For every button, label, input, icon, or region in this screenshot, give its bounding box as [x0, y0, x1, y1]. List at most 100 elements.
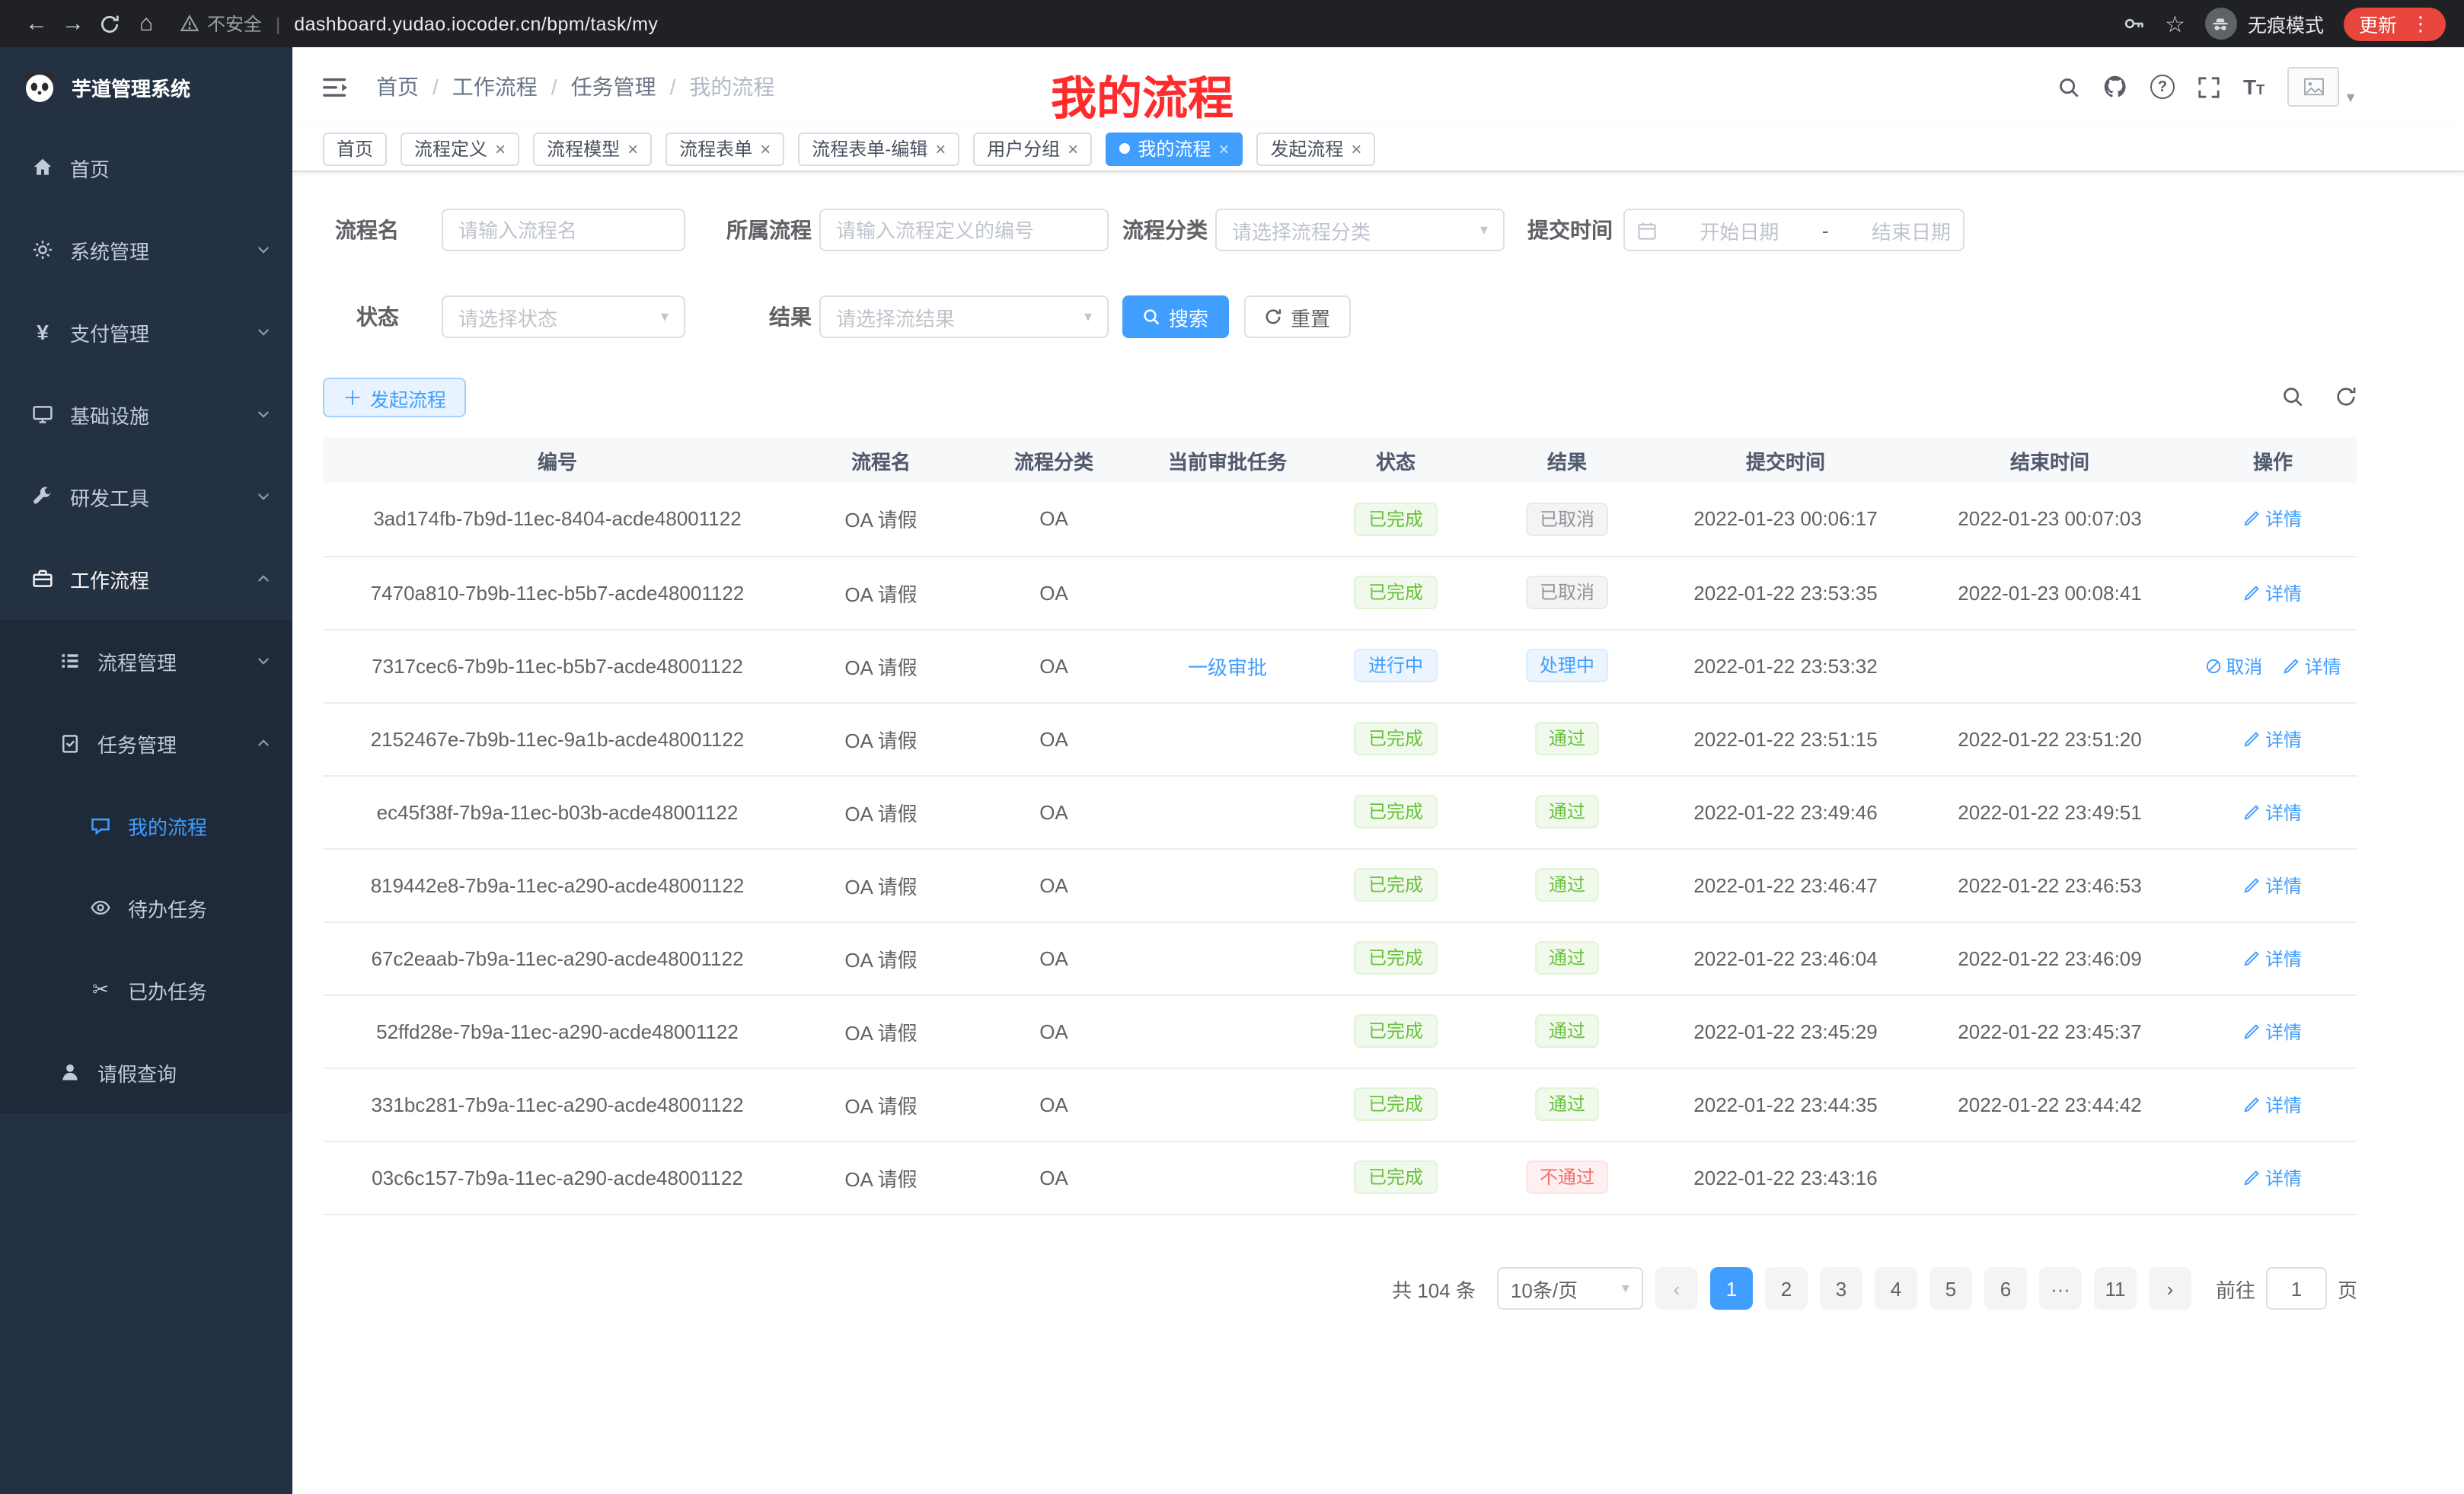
breadcrumb-workflow[interactable]: 工作流程 — [452, 72, 538, 102]
status-select[interactable]: 请选择状态 ▾ — [442, 295, 685, 338]
goto-page-input[interactable] — [2266, 1267, 2327, 1310]
col-name: 流程名 — [792, 437, 970, 483]
close-icon[interactable]: × — [1218, 139, 1229, 158]
menu-kebab-icon[interactable]: ⋮ — [2411, 11, 2430, 36]
close-icon[interactable]: × — [627, 139, 638, 158]
detail-link[interactable]: 详情 — [2244, 1164, 2302, 1190]
address-bar[interactable]: 不安全 | dashboard.yudao.iocoder.cn/bpm/tas… — [180, 11, 2122, 37]
breadcrumb-task-management[interactable]: 任务管理 — [571, 72, 656, 102]
close-icon[interactable]: × — [495, 139, 506, 158]
close-icon[interactable]: × — [760, 139, 771, 158]
app-logo-row[interactable]: 芋道管理系统 — [0, 47, 292, 126]
sidebar-item-process-management[interactable]: 流程管理 — [0, 620, 292, 702]
process-name-label: 流程名 — [292, 209, 399, 251]
sidebar-item-home[interactable]: 首页 — [0, 126, 292, 209]
close-icon[interactable]: × — [935, 139, 946, 158]
tab-process-definition[interactable]: 流程定义× — [401, 132, 519, 165]
process-name-input[interactable] — [458, 219, 669, 241]
incognito-badge: 无痕模式 — [2205, 8, 2324, 40]
chat-bubble-icon — [88, 815, 113, 836]
search-button[interactable]: 搜索 — [1122, 295, 1229, 338]
detail-link[interactable]: 详情 — [2244, 1091, 2302, 1117]
page-button-5[interactable]: 5 — [1929, 1267, 1972, 1310]
home-icon[interactable]: ⌂ — [128, 5, 164, 42]
font-size-icon[interactable]: TT — [2243, 75, 2265, 99]
screen: ← → ⌂ 不安全 | dashboard.yudao.iocoder.cn/b… — [0, 0, 2464, 1494]
key-icon[interactable] — [2122, 12, 2145, 35]
search-toggle-icon[interactable] — [2281, 385, 2304, 408]
process-def-label: 所属流程 — [726, 209, 812, 251]
reload-icon[interactable] — [91, 5, 128, 42]
cancel-link[interactable]: 取消 — [2204, 653, 2262, 678]
sidebar-item-devtools[interactable]: 研发工具 — [0, 455, 292, 538]
sidebar-item-done-tasks[interactable]: ✂ 已办任务 — [0, 949, 292, 1031]
detail-link[interactable]: 详情 — [2244, 726, 2302, 752]
process-def-input[interactable] — [836, 219, 1092, 241]
close-icon[interactable]: × — [1068, 139, 1078, 158]
detail-link[interactable]: 详情 — [2244, 1018, 2302, 1044]
detail-link[interactable]: 详情 — [2244, 945, 2302, 971]
caret-down-icon: ▾ — [661, 308, 669, 325]
page-size-select[interactable]: 10条/页 ▾ — [1497, 1267, 1643, 1310]
start-process-button[interactable]: ＋ 发起流程 — [323, 378, 466, 417]
page-button-4[interactable]: 4 — [1875, 1267, 1917, 1310]
submit-time-range-picker[interactable]: 开始日期 - 结束日期 — [1623, 209, 1964, 251]
github-icon[interactable] — [2103, 75, 2127, 99]
warning-icon — [180, 14, 199, 34]
page-button-6[interactable]: 6 — [1984, 1267, 2027, 1310]
category-select[interactable]: 请选择流程分类 ▾ — [1215, 209, 1505, 251]
sidebar-item-workflow[interactable]: 工作流程 — [0, 538, 292, 620]
page-ellipsis[interactable]: ··· — [2039, 1267, 2082, 1310]
user-menu[interactable]: ▼ — [2287, 67, 2357, 107]
detail-link[interactable]: 详情 — [2244, 872, 2302, 898]
url-text[interactable]: dashboard.yudao.iocoder.cn/bpm/task/my — [294, 13, 658, 34]
result-select[interactable]: 请选择流结果 ▾ — [819, 295, 1109, 338]
back-icon[interactable]: ← — [18, 5, 55, 42]
next-page-button[interactable]: › — [2149, 1267, 2191, 1310]
tab-user-group[interactable]: 用户分组× — [973, 132, 1092, 165]
submit-time: 2022-01-22 23:53:32 — [1693, 654, 1877, 677]
sidebar-item-my-process[interactable]: 我的流程 — [0, 784, 292, 867]
start-date-placeholder: 开始日期 — [1700, 215, 1779, 244]
refresh-icon[interactable] — [2335, 385, 2357, 408]
security-warning[interactable]: 不安全 — [180, 11, 262, 37]
sidebar-item-task-management[interactable]: 任务管理 — [0, 702, 292, 784]
sidebar-item-infrastructure[interactable]: 基础设施 — [0, 373, 292, 455]
search-icon[interactable] — [2057, 75, 2080, 98]
fullscreen-icon[interactable] — [2197, 75, 2220, 98]
tab-home[interactable]: 首页 — [323, 132, 387, 165]
breadcrumb-home[interactable]: 首页 — [376, 72, 419, 102]
detail-link[interactable]: 详情 — [2244, 506, 2302, 532]
forward-icon[interactable]: → — [55, 5, 91, 42]
sidebar-item-system[interactable]: 系统管理 — [0, 209, 292, 291]
bookmark-star-icon[interactable]: ☆ — [2165, 10, 2185, 37]
detail-link[interactable]: 详情 — [2284, 653, 2341, 678]
tab-start-process[interactable]: 发起流程× — [1256, 132, 1375, 165]
tab-my-process[interactable]: 我的流程× — [1106, 132, 1243, 165]
tab-process-form-edit[interactable]: 流程表单-编辑× — [798, 132, 959, 165]
incognito-label: 无痕模式 — [2248, 9, 2324, 38]
prev-page-button[interactable]: ‹ — [1655, 1267, 1698, 1310]
close-icon[interactable]: × — [1351, 139, 1361, 158]
process-category: OA — [1039, 873, 1068, 896]
sidebar-item-payment[interactable]: ¥ 支付管理 — [0, 291, 292, 373]
page-button-3[interactable]: 3 — [1820, 1267, 1862, 1310]
reset-button[interactable]: 重置 — [1244, 295, 1351, 338]
sidebar-item-leave-query[interactable]: 请假查询 — [0, 1031, 292, 1113]
page-button-2[interactable]: 2 — [1765, 1267, 1808, 1310]
process-category: OA — [1039, 727, 1068, 750]
update-button[interactable]: 更新 ⋮ — [2344, 7, 2446, 40]
sidebar-item-todo-tasks[interactable]: 待办任务 — [0, 867, 292, 949]
edit-icon — [2284, 657, 2300, 674]
detail-link[interactable]: 详情 — [2244, 799, 2302, 825]
help-icon[interactable]: ? — [2150, 75, 2175, 99]
sidebar-toggle-icon[interactable] — [323, 75, 349, 98]
page-button-11[interactable]: 11 — [2094, 1267, 2137, 1310]
current-task-link[interactable]: 一级审批 — [1188, 656, 1267, 678]
cancel-icon — [2204, 657, 2221, 674]
result-tag: 已取消 — [1526, 576, 1608, 609]
tab-process-form[interactable]: 流程表单× — [665, 132, 784, 165]
detail-link[interactable]: 详情 — [2244, 579, 2302, 605]
page-button-1[interactable]: 1 — [1710, 1267, 1753, 1310]
tab-process-model[interactable]: 流程模型× — [533, 132, 652, 165]
